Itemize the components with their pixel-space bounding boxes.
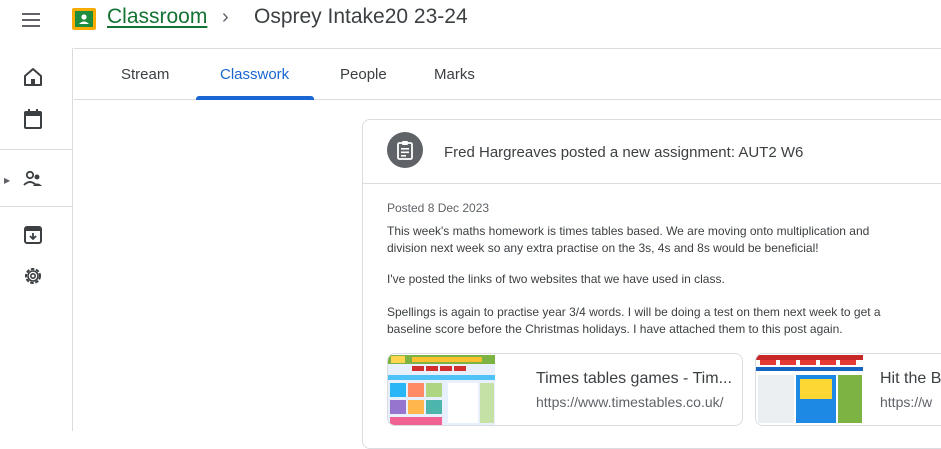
tab-marks[interactable]: Marks [434,66,475,83]
attachment-link-card[interactable]: Times tables games - Tim... https://www.… [387,353,743,426]
breadcrumb-separator: › [222,6,229,28]
classroom-home-link[interactable]: Classroom [107,5,207,29]
attachment-url: https://w [880,394,933,410]
assignment-post-card: Fred Hargreaves posted a new assignment:… [362,119,941,449]
expand-caret-icon[interactable]: ▶ [4,176,10,185]
tab-classwork[interactable]: Classwork [220,66,289,83]
calendar-icon[interactable] [22,108,44,130]
post-body-line: Spellings is again to practise year 3/4 … [387,305,881,319]
posted-date: Posted 8 Dec 2023 [387,201,490,215]
post-body-line: baseline score before the Christmas holi… [387,322,843,336]
tab-stream[interactable]: Stream [121,66,169,83]
tab-bar: Stream Classwork People Marks [74,48,941,100]
avatar [387,132,423,168]
nav-rail: ▶ [0,48,73,431]
post-heading: Fred Hargreaves posted a new assignment:… [444,144,804,161]
rail-divider [0,149,73,150]
attachment-thumbnail [756,355,863,425]
home-icon[interactable] [22,66,44,88]
enrolled-icon[interactable] [22,168,44,190]
attachment-url: https://www.timestables.co.uk/ [536,394,724,410]
rail-divider [0,206,73,207]
classroom-logo-icon[interactable] [72,8,96,30]
attachment-thumbnail [388,355,495,425]
settings-icon[interactable] [22,265,44,287]
tab-people[interactable]: People [340,66,387,83]
attachment-title: Hit the B [880,370,941,387]
attachment-title: Times tables games - Tim... [536,370,732,387]
post-body-line: This week's maths homework is times tabl… [387,224,870,238]
top-bar: Classroom › Osprey Intake20 23-24 [0,0,941,40]
archive-icon[interactable] [22,224,44,246]
class-title: Osprey Intake20 23-24 [254,5,468,28]
assignment-icon [397,141,413,160]
post-body-line: division next week so any extra practise… [387,241,819,255]
active-tab-indicator [196,96,314,100]
attachment-link-card[interactable]: Hit the B https://w [755,353,941,426]
menu-icon[interactable] [20,10,44,30]
post-header[interactable]: Fred Hargreaves posted a new assignment:… [363,120,941,184]
post-body-line: I've posted the links of two websites th… [387,272,725,286]
